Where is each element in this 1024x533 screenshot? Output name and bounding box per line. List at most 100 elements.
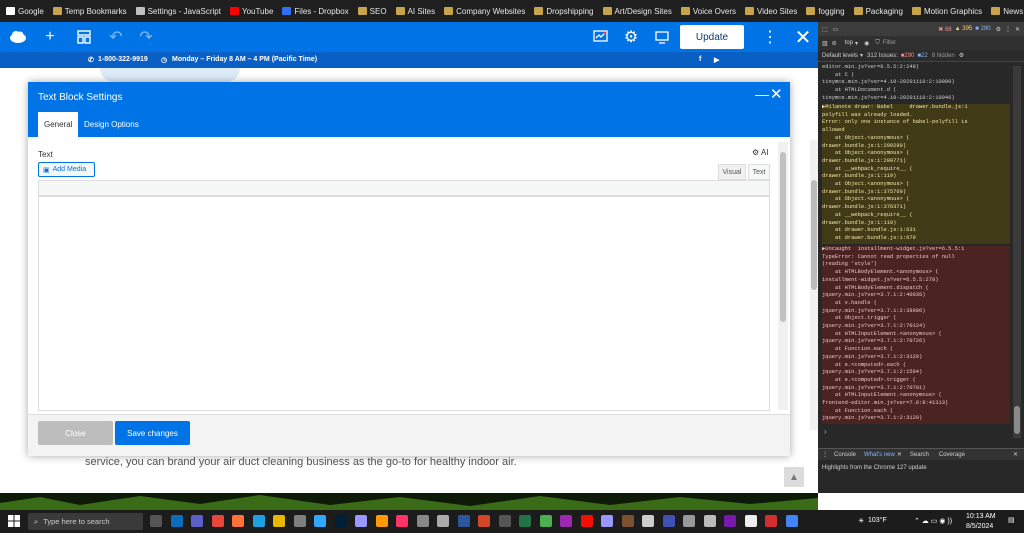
premiere-icon[interactable] xyxy=(601,515,613,527)
bookmark-item[interactable]: Motion Graphics xyxy=(911,7,982,16)
update-button[interactable]: Update xyxy=(680,25,744,49)
clear-console-icon[interactable]: ⊘ xyxy=(832,40,837,47)
youtube-icon[interactable]: ▶ xyxy=(714,56,719,64)
weather-temp[interactable]: 103°F xyxy=(868,517,887,524)
tab-visual[interactable]: Visual xyxy=(718,164,746,180)
acrobat-icon[interactable] xyxy=(580,515,593,527)
insights-icon[interactable] xyxy=(590,27,610,47)
windows-start-icon[interactable] xyxy=(8,515,20,529)
save-changes-button[interactable]: Save changes xyxy=(115,421,190,445)
tab-console[interactable]: Console xyxy=(834,452,856,458)
excel-icon[interactable] xyxy=(519,515,531,527)
cloud-logo-icon[interactable] xyxy=(8,27,28,47)
issues-label[interactable]: 312 Issues: xyxy=(867,53,898,59)
tab-search[interactable]: Search xyxy=(910,452,929,458)
bookmark-item[interactable]: Google xyxy=(6,7,44,16)
clock-date[interactable]: 8/5/2024 xyxy=(966,523,993,530)
outlook-icon[interactable] xyxy=(170,515,183,527)
edge-icon[interactable] xyxy=(252,515,265,527)
site-phone[interactable]: 1-800-322-9919 xyxy=(98,56,148,63)
bookmark-item[interactable]: Company Websites xyxy=(444,7,525,16)
issues-error-count[interactable]: ■290 xyxy=(901,53,915,59)
bookmark-item[interactable]: YouTube xyxy=(229,7,273,16)
more-options-icon[interactable]: ⋮ xyxy=(1005,26,1011,33)
dialog-scrollbar[interactable] xyxy=(778,142,788,410)
error-count[interactable]: ✖ 68 xyxy=(938,26,951,33)
chrome-icon[interactable] xyxy=(785,515,798,527)
bookmark-item[interactable]: News xyxy=(991,7,1023,16)
scroll-to-top-button[interactable]: ▲ xyxy=(784,467,804,487)
app-icon[interactable] xyxy=(683,515,695,527)
more-options-icon[interactable]: ⋮ xyxy=(760,27,780,47)
tab-coverage[interactable]: Coverage xyxy=(939,452,965,458)
app-icon[interactable] xyxy=(560,515,572,527)
onenote-icon[interactable] xyxy=(724,515,736,527)
photoshop-icon[interactable] xyxy=(334,515,347,527)
bookmark-item[interactable]: Files - Dropbox xyxy=(282,7,349,16)
bookmark-item[interactable]: Video Sites xyxy=(745,7,797,16)
add-media-button[interactable]: ▣ Add Media xyxy=(38,162,95,177)
context-select[interactable]: top xyxy=(845,40,853,46)
close-icon[interactable]: ✕ xyxy=(1015,26,1020,33)
close-drawer-icon[interactable]: ✕ xyxy=(1013,451,1018,458)
undo-icon[interactable]: ↶ xyxy=(106,27,126,47)
sidebar-toggle-icon[interactable]: ▥ xyxy=(822,40,828,47)
app-icon[interactable] xyxy=(293,515,306,527)
issues-info-count[interactable]: ■22 xyxy=(917,53,927,59)
tray-icons[interactable]: ⌃ ☁ ▭ ◉ )) xyxy=(914,517,952,525)
app-icon[interactable] xyxy=(498,515,511,527)
bookmark-item[interactable]: Settings - JavaScript xyxy=(135,7,221,16)
eye-icon[interactable]: ◉ xyxy=(864,40,869,47)
facebook-icon[interactable]: f xyxy=(699,56,701,63)
close-editor-icon[interactable]: ✕ xyxy=(793,27,813,49)
tab-general[interactable]: General xyxy=(38,112,79,137)
app-icon[interactable] xyxy=(273,515,285,527)
app-icon[interactable] xyxy=(539,515,552,527)
app-icon[interactable] xyxy=(642,515,654,527)
bookmark-item[interactable]: fogging xyxy=(806,7,845,16)
bookmark-item[interactable]: AI Sites xyxy=(395,7,435,16)
close-icon[interactable]: ✕ xyxy=(770,85,783,103)
levels-select[interactable]: Default levels xyxy=(822,53,858,59)
console-scrollbar[interactable] xyxy=(1013,66,1021,438)
clock-time[interactable]: 10:13 AM xyxy=(966,513,996,520)
settings-icon[interactable] xyxy=(703,515,716,527)
photoshop-icon[interactable] xyxy=(314,515,326,527)
app-icon[interactable] xyxy=(437,515,449,527)
console-error[interactable]: ▶Uncaught installment-widget.js?ver=6.5.… xyxy=(822,246,1010,424)
close-button[interactable]: Close xyxy=(38,421,113,445)
bookmark-item[interactable]: Voice Overs xyxy=(680,7,736,16)
device-toolbar-icon[interactable]: ▭ xyxy=(833,26,839,33)
bridge-icon[interactable] xyxy=(621,515,634,527)
teams-icon[interactable] xyxy=(191,515,203,527)
app-icon[interactable] xyxy=(662,515,675,527)
warning-count[interactable]: ▲ 395 xyxy=(955,26,973,32)
firefox-icon[interactable] xyxy=(232,515,244,527)
bookmark-item[interactable]: Dropshipping xyxy=(534,7,594,16)
inspect-icon[interactable]: ⬚ xyxy=(822,26,828,33)
templates-icon[interactable] xyxy=(74,27,94,47)
after-effects-icon[interactable] xyxy=(355,515,367,527)
whats-new-headline[interactable]: Highlights from the Chrome 127 update xyxy=(822,465,927,471)
redo-icon[interactable]: ↷ xyxy=(136,27,156,47)
weather-icon[interactable]: ☀ xyxy=(858,517,864,525)
tab-text[interactable]: Text xyxy=(748,164,770,180)
notification-icon[interactable]: ▤ xyxy=(1008,516,1015,524)
settings-icon[interactable]: ⚙ xyxy=(621,27,641,47)
ai-button[interactable]: ⚙ AI xyxy=(752,148,769,157)
minimize-icon[interactable]: — xyxy=(755,86,769,102)
filter-input[interactable]: Filter xyxy=(883,40,896,46)
console-warning[interactable]: ▶Milanote drawr: Babel drawer.bundle.js:… xyxy=(822,104,1010,244)
chrome-icon[interactable] xyxy=(211,515,224,527)
close-tab-icon[interactable]: ✕ xyxy=(897,451,902,458)
m1-icon[interactable] xyxy=(744,515,757,527)
word-icon[interactable] xyxy=(457,515,470,527)
bookmark-item[interactable]: SEO xyxy=(357,7,387,16)
task-view-icon[interactable] xyxy=(150,515,162,527)
console-settings-icon[interactable]: ⚙ xyxy=(959,52,964,59)
tab-whats-new[interactable]: What's new xyxy=(864,452,895,458)
info-count[interactable]: ■ 290 xyxy=(975,26,990,32)
add-element-icon[interactable]: + xyxy=(40,27,60,47)
page-scrollbar[interactable] xyxy=(810,140,818,430)
console-prompt[interactable]: › xyxy=(824,427,827,436)
